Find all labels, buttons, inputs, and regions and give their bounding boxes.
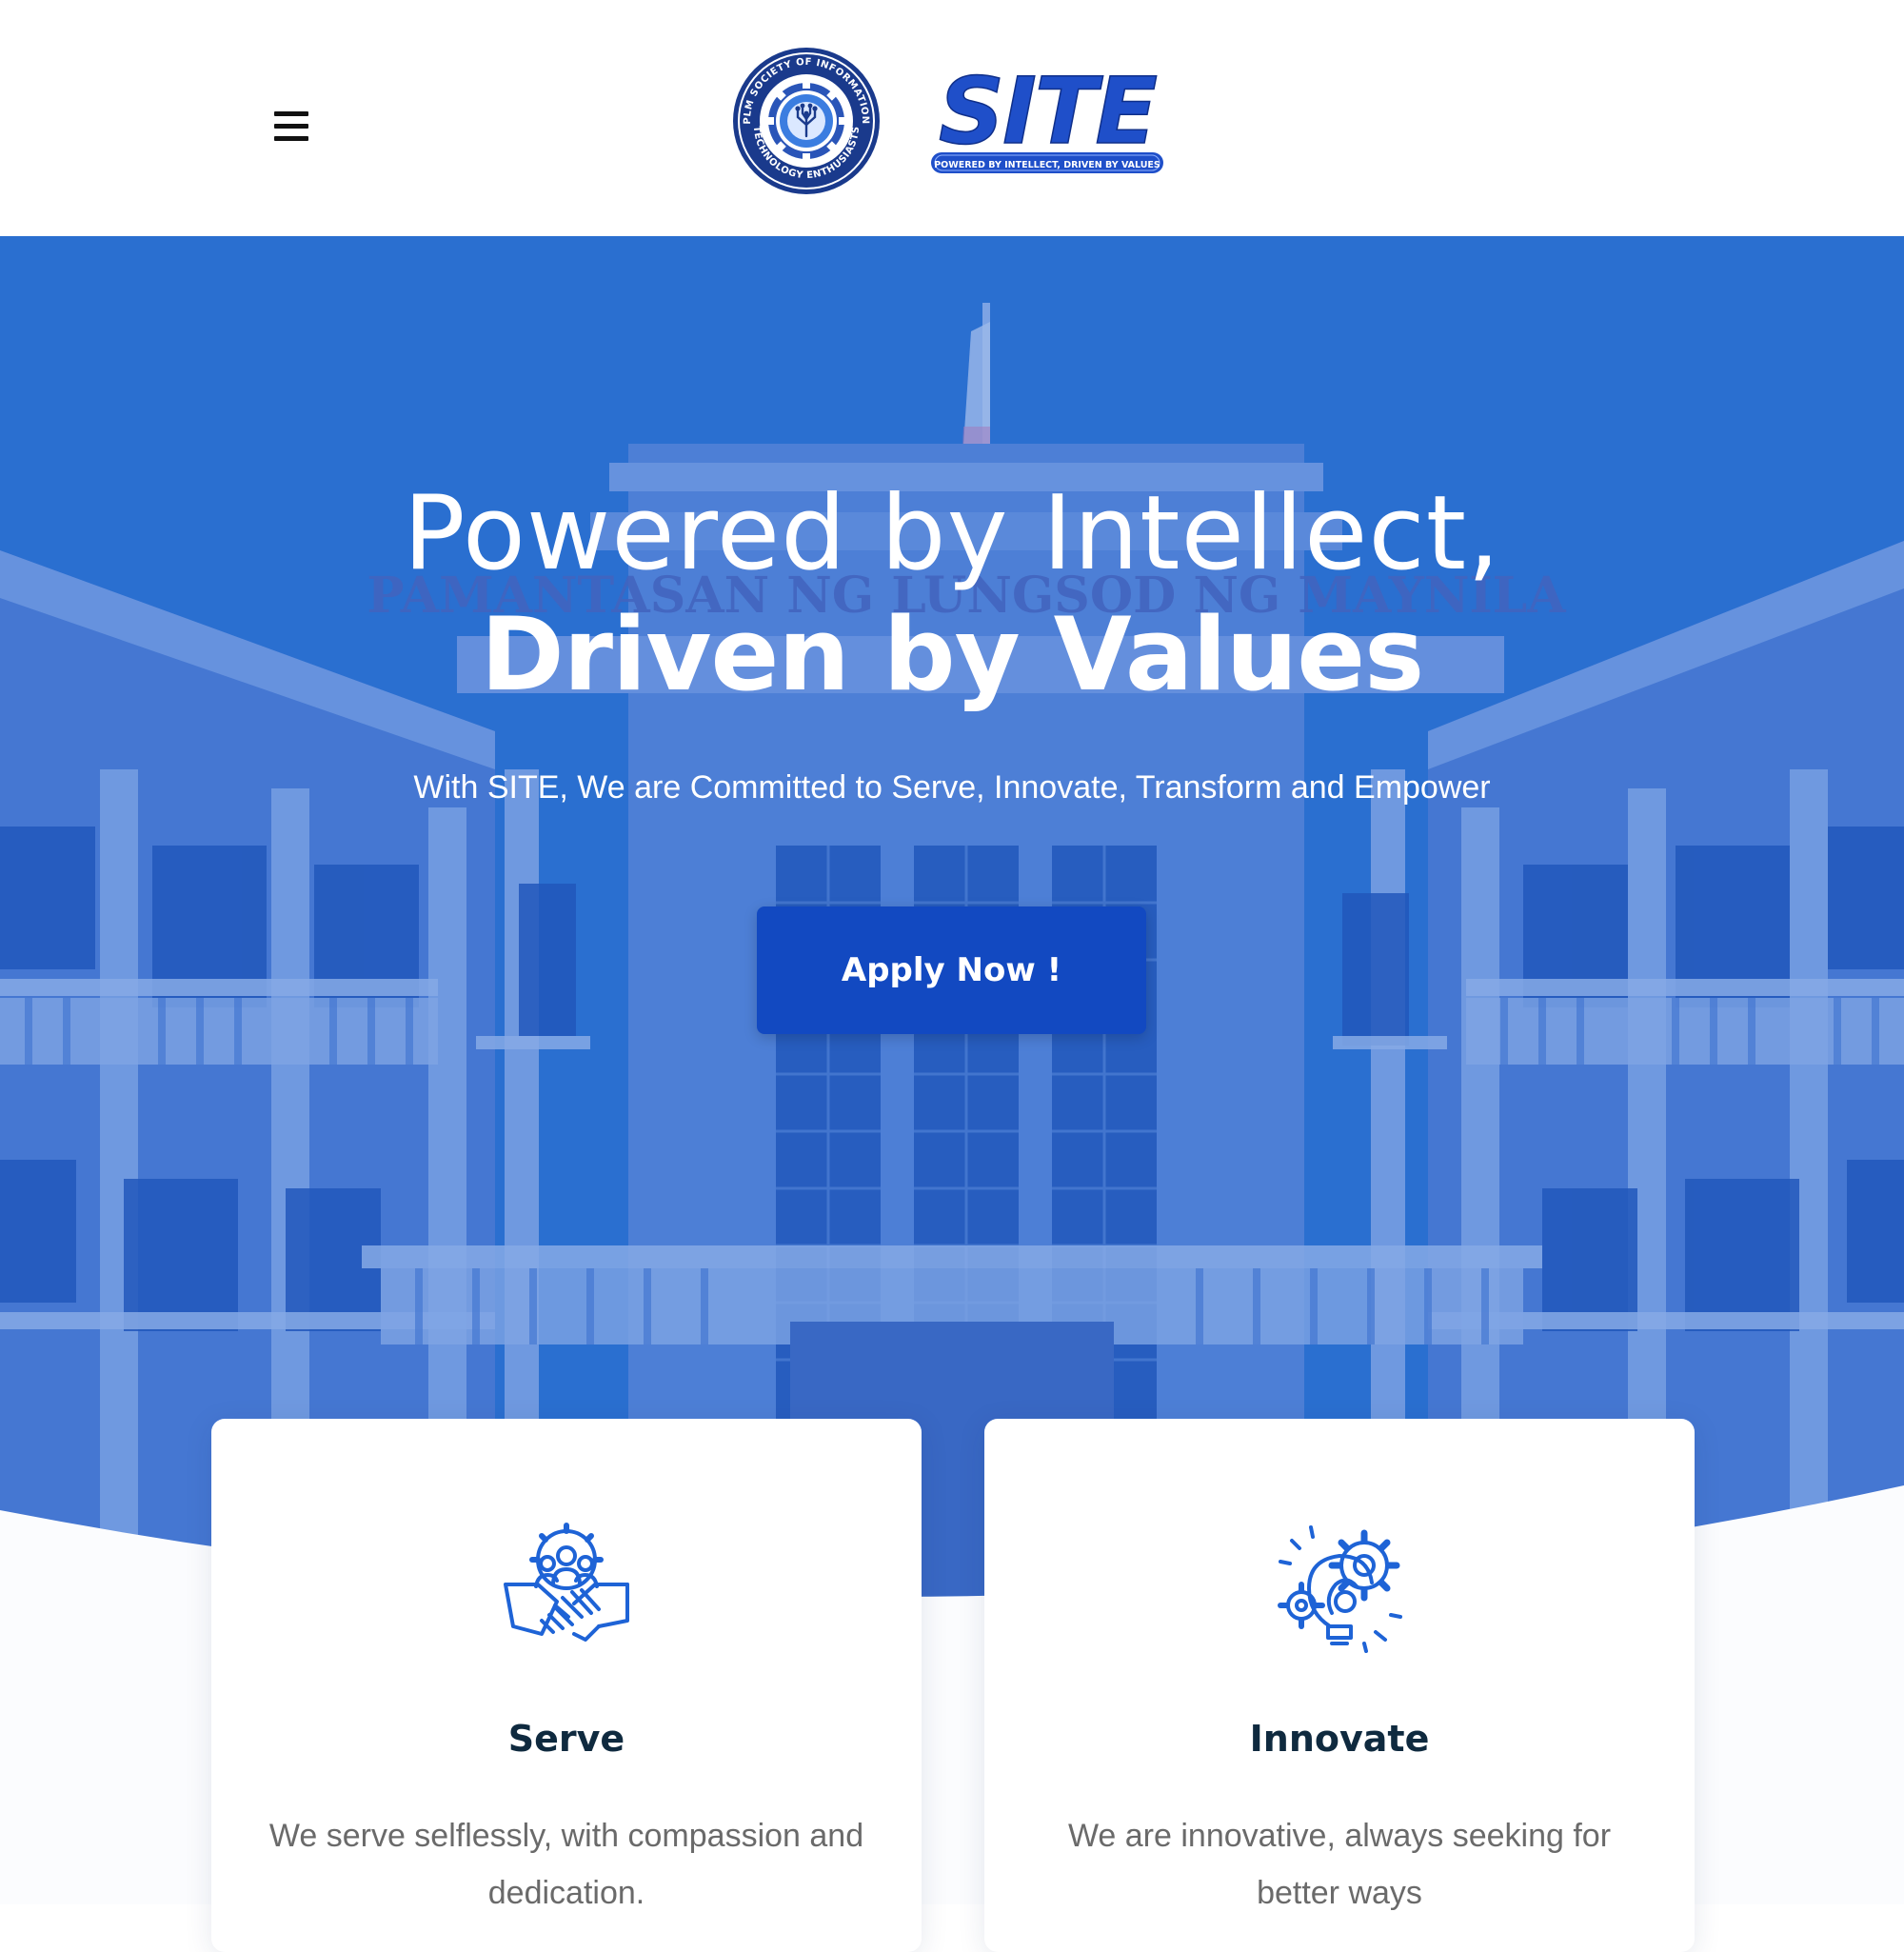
serve-card-title: Serve	[507, 1718, 625, 1760]
hero-subtitle: With SITE, We are Committed to Serve, In…	[413, 769, 1491, 806]
serve-card: Serve We serve selflessly, with compassi…	[211, 1419, 922, 1952]
hero-title-line-1: Powered by Intellect,	[403, 474, 1501, 593]
site-wordmark-logo[interactable]: SITE POWERED BY INTELLECT, DRIVEN BY VAL…	[925, 65, 1169, 181]
serve-card-text: We serve selflessly, with compassion and…	[268, 1818, 864, 1911]
hero-title-line-2: Driven by Values	[480, 596, 1424, 713]
apply-now-button[interactable]: Apply Now !	[757, 906, 1146, 1034]
innovate-card-title: Innovate	[1249, 1718, 1430, 1760]
society-seal-logo[interactable]: PLM SOCIETY OF INFORMATION TECHNOLOGY EN…	[731, 46, 882, 196]
innovate-card-text: We are innovative, always seeking for be…	[1067, 1818, 1612, 1911]
site-header: PLM SOCIETY OF INFORMATION TECHNOLOGY EN…	[0, 0, 1904, 236]
innovate-card: Innovate We are innovative, always seeki…	[984, 1419, 1695, 1952]
teamwork-handshake-icon	[504, 1523, 629, 1642]
lightbulb-gears-icon	[1278, 1525, 1402, 1653]
hamburger-menu-icon[interactable]	[259, 95, 324, 156]
site-wordmark-text: SITE	[939, 65, 1157, 165]
site-logo-tagline: POWERED BY INTELLECT, DRIVEN BY VALUES	[934, 160, 1160, 170]
